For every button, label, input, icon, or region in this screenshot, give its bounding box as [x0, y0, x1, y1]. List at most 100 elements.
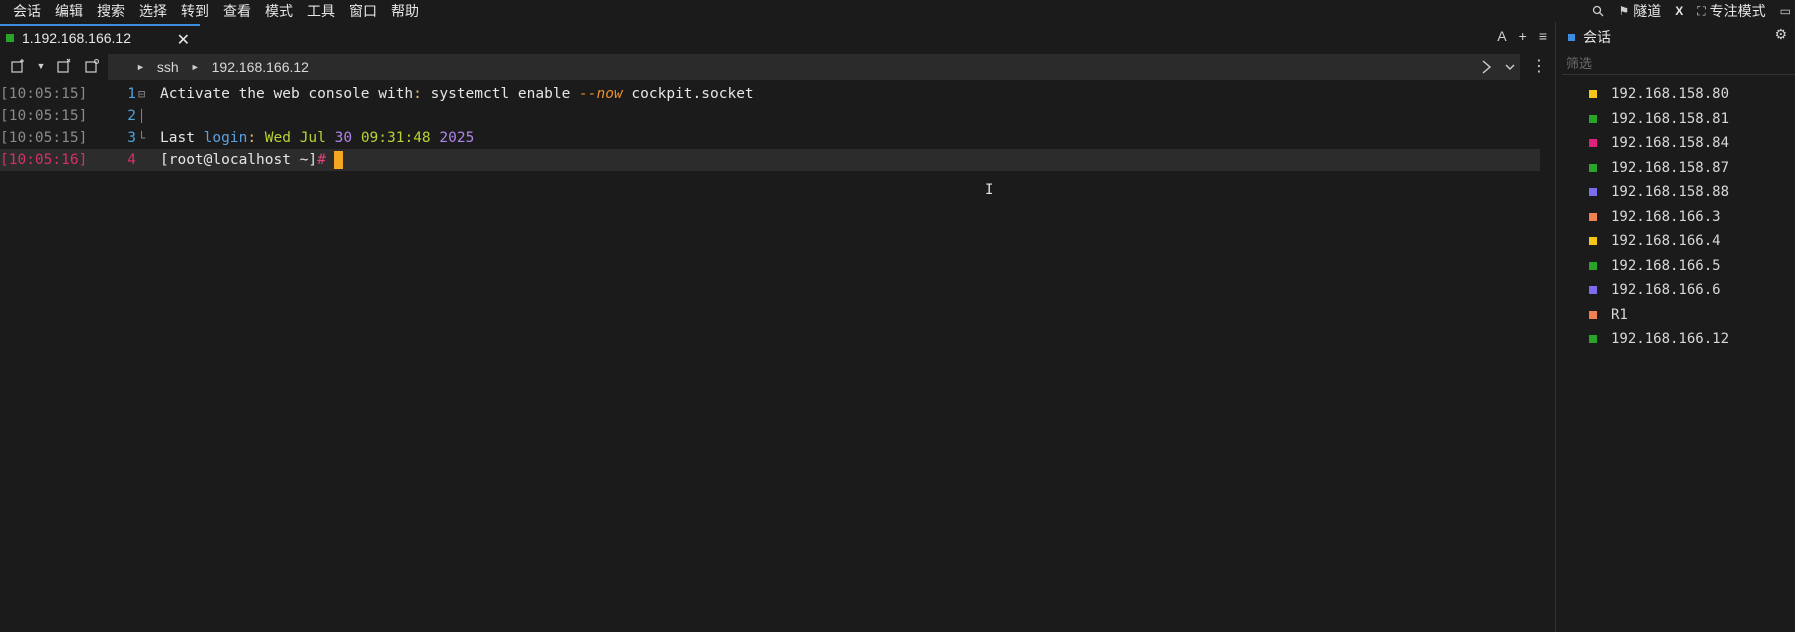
new-session-icon[interactable]	[8, 56, 28, 76]
line-number: 1	[127, 86, 136, 102]
text-segment: 2025	[439, 130, 475, 146]
session-color-indicator	[1589, 286, 1597, 295]
text-segment: 30	[334, 130, 361, 146]
line-number: 4	[127, 152, 136, 168]
breadcrumb-host[interactable]: 192.168.166.12	[212, 59, 309, 75]
menu-help[interactable]: 帮助	[384, 1, 426, 21]
text-segment: Activate the web console with	[160, 86, 414, 102]
text-segment: Wed	[264, 130, 300, 146]
window-button[interactable]: ▭	[1780, 4, 1791, 18]
tab-session[interactable]: 1.192.168.166.12 ✕	[0, 24, 200, 50]
text-segment: cockpit.socket	[622, 86, 754, 102]
tab-color-indicator	[6, 34, 14, 42]
chevron-down-icon[interactable]: ▼	[36, 56, 46, 76]
sessions-header: 会话	[1556, 26, 1795, 48]
line-timestamp: [10:05:15]	[0, 108, 88, 124]
chevron-down-icon[interactable]	[1504, 61, 1516, 73]
menu-bar: 会话 编辑 搜索 选择 转到 查看 模式 工具 窗口 帮助 ⚑ 隧道 X ⛶ 专…	[0, 0, 1795, 22]
menu-tools[interactable]: 工具	[300, 1, 342, 21]
session-item[interactable]: 192.168.158.87	[1556, 156, 1795, 181]
session-color-indicator	[1589, 163, 1597, 172]
prompt-symbol: #	[317, 152, 326, 168]
window-icon: ▭	[1779, 4, 1791, 18]
breadcrumb: ► ssh ► 192.168.166.12	[108, 54, 1520, 80]
menu-edit[interactable]: 编辑	[48, 1, 90, 21]
tunnel-label: 隧道	[1633, 3, 1662, 19]
terminal-line-current: [10:05:16] 4 [root@localhost ~]#	[0, 149, 1540, 171]
gear-icon[interactable]: ⚙	[1774, 26, 1787, 43]
top-right-tools: ⚑ 隧道 X ⛶ 专注模式 ▭	[1592, 0, 1795, 22]
tab-menu-button[interactable]: ≡	[1539, 28, 1547, 44]
line-timestamp: [10:05:15]	[0, 130, 88, 146]
shell-prompt: [root@localhost ~]	[160, 152, 318, 168]
menu-search[interactable]: 搜索	[90, 1, 132, 21]
session-item[interactable]: 192.168.166.6	[1556, 278, 1795, 303]
tab-title: 1.192.168.166.12	[22, 30, 131, 46]
line-timestamp: [10:05:15]	[0, 86, 88, 102]
session-item[interactable]: 192.168.166.4	[1556, 229, 1795, 254]
breadcrumb-protocol[interactable]: ssh	[157, 59, 179, 75]
line-text: Activate the web console with: systemctl…	[160, 86, 754, 102]
close-icon[interactable]: ✕	[177, 30, 190, 50]
session-name: 192.168.166.4	[1611, 233, 1721, 250]
menu-session[interactable]: 会话	[6, 1, 48, 21]
close-session-icon[interactable]	[54, 56, 74, 76]
session-name: 192.168.158.84	[1611, 135, 1730, 152]
session-name: 192.168.158.80	[1611, 86, 1730, 103]
breadcrumb-actions	[1480, 54, 1516, 80]
text-segment: Jul	[299, 130, 335, 146]
menu-view[interactable]: 查看	[216, 1, 258, 21]
tab-tools: A + ≡	[1497, 28, 1547, 44]
session-item[interactable]: R1	[1556, 303, 1795, 328]
reconnect-icon[interactable]	[82, 56, 102, 76]
session-name: 192.168.166.6	[1611, 282, 1721, 299]
session-color-indicator	[1589, 237, 1597, 246]
tab-bar: 1.192.168.166.12 ✕ A + ≡	[0, 22, 1555, 52]
menu-window[interactable]: 窗口	[342, 1, 384, 21]
line-number: 3	[127, 130, 136, 146]
focus-mode-label: 专注模式	[1709, 3, 1766, 19]
menu-select[interactable]: 选择	[132, 1, 174, 21]
session-name: 192.168.166.3	[1611, 208, 1721, 225]
session-filter-input[interactable]	[1562, 52, 1795, 75]
font-button[interactable]: A	[1497, 28, 1506, 44]
more-options-icon[interactable]: ⋮	[1531, 56, 1547, 76]
text-segment: --now	[579, 86, 623, 102]
tunnel-button[interactable]: ⚑ 隧道	[1618, 1, 1661, 21]
session-item[interactable]: 192.168.166.3	[1556, 205, 1795, 230]
breadcrumb-arrow-icon: ►	[136, 62, 145, 72]
focus-mode-button[interactable]: ⛶ 专注模式	[1697, 1, 1765, 21]
session-name: R1	[1611, 306, 1628, 323]
session-name: 192.168.158.81	[1611, 110, 1730, 127]
terminal-line: [10:05:15] 1 ⊟ Activate the web console …	[0, 83, 1540, 105]
menu-goto[interactable]: 转到	[174, 1, 216, 21]
chevron-right-icon[interactable]	[1480, 59, 1492, 75]
session-item[interactable]: 192.168.158.81	[1556, 107, 1795, 132]
terminal-line: [10:05:15] 2 │	[0, 105, 1540, 127]
session-color-indicator	[1589, 335, 1597, 344]
text-cursor-icon: I	[985, 182, 994, 198]
session-item[interactable]: 192.168.158.88	[1556, 180, 1795, 205]
global-search-button[interactable]	[1592, 5, 1604, 17]
session-color-indicator	[1589, 310, 1597, 319]
menu-mode[interactable]: 模式	[258, 1, 300, 21]
session-item[interactable]: 192.168.158.84	[1556, 131, 1795, 156]
fold-end-icon: └	[138, 131, 146, 145]
session-item[interactable]: 192.168.158.80	[1556, 82, 1795, 107]
session-item[interactable]: 192.168.166.12	[1556, 327, 1795, 352]
text-segment: Last	[160, 130, 204, 146]
terminal-cursor	[333, 151, 343, 169]
line-text: [root@localhost ~]#	[160, 151, 343, 169]
new-tab-button[interactable]: +	[1519, 28, 1527, 44]
sessions-panel: 会话 ⚙ 192.168.158.80 192.168.158.81 192.168…	[1556, 22, 1795, 632]
x-button[interactable]: X	[1675, 4, 1683, 18]
terminal-output[interactable]: [10:05:15] 1 ⊟ Activate the web console …	[0, 83, 1540, 632]
sessions-title: 会话	[1583, 29, 1611, 45]
session-item[interactable]: 192.168.166.5	[1556, 254, 1795, 279]
session-color-indicator	[1589, 188, 1597, 197]
line-timestamp: [10:05:16]	[0, 152, 88, 168]
text-segment: :	[413, 86, 422, 102]
menu-list: 会话 编辑 搜索 选择 转到 查看 模式 工具 窗口 帮助	[0, 1, 426, 21]
fold-collapse-icon[interactable]: ⊟	[138, 87, 145, 101]
session-color-indicator	[1589, 212, 1597, 221]
